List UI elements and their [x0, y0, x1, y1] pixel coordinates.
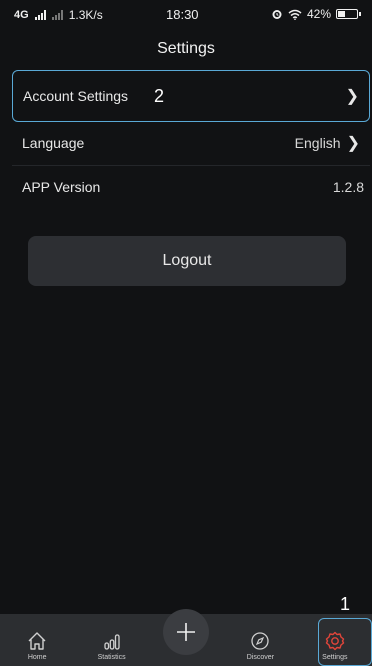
language-value: English: [294, 134, 341, 151]
phone-screen: 4G 1.3K/s 18:30 42% Settings Account Set…: [0, 0, 372, 666]
logout-button[interactable]: Logout: [28, 236, 346, 286]
callout-number-1: 1: [340, 594, 351, 614]
battery-percent: 42%: [306, 7, 331, 21]
app-version-value: 1.2.8: [332, 179, 364, 195]
home-icon: [28, 632, 46, 650]
settings-tab-highlight: [318, 618, 372, 666]
account-settings-label: Account Settings: [23, 88, 129, 104]
tab-add[interactable]: [149, 608, 223, 666]
alarm-icon: [272, 10, 282, 19]
account-settings-row[interactable]: Account Settings ❯: [12, 70, 370, 122]
page-title: Settings: [157, 40, 215, 57]
network-type: 4G: [14, 9, 29, 21]
battery-icon: [336, 9, 361, 19]
add-icon: [177, 622, 196, 641]
tab-discover-label: Discover: [246, 654, 275, 661]
language-label: Language: [22, 134, 85, 151]
callout-number-2: 2: [154, 86, 165, 106]
tab-home[interactable]: Home: [0, 614, 74, 666]
status-bar: 4G 1.3K/s 18:30 42%: [0, 0, 372, 30]
signal-icon: [34, 10, 46, 20]
chevron-right-icon: ❯: [345, 88, 359, 105]
statistics-icon: [103, 634, 120, 650]
tab-discover[interactable]: Discover: [223, 614, 297, 666]
tab-home-label: Home: [27, 654, 47, 661]
status-right: 42%: [271, 7, 361, 21]
status-time: 18:30: [166, 7, 199, 22]
tab-statistics[interactable]: Statistics: [74, 614, 148, 666]
compass-icon: [251, 632, 270, 650]
add-button[interactable]: [163, 608, 210, 655]
wifi-icon: [288, 9, 302, 20]
app-version-label: APP Version: [22, 179, 101, 195]
chevron-right-icon: ❯: [346, 134, 360, 152]
language-row[interactable]: Language English ❯: [12, 120, 370, 166]
tab-statistics-label: Statistics: [97, 654, 126, 661]
battery-fill: [338, 11, 345, 17]
status-left: 4G 1.3K/s: [14, 8, 103, 22]
bottom-tab-bar: Home Statistics Discover Settings: [0, 608, 372, 666]
app-version-row: APP Version 1.2.8: [12, 164, 370, 210]
network-speed: 1.3K/s: [68, 8, 103, 22]
secondary-signal-icon: [51, 10, 63, 20]
